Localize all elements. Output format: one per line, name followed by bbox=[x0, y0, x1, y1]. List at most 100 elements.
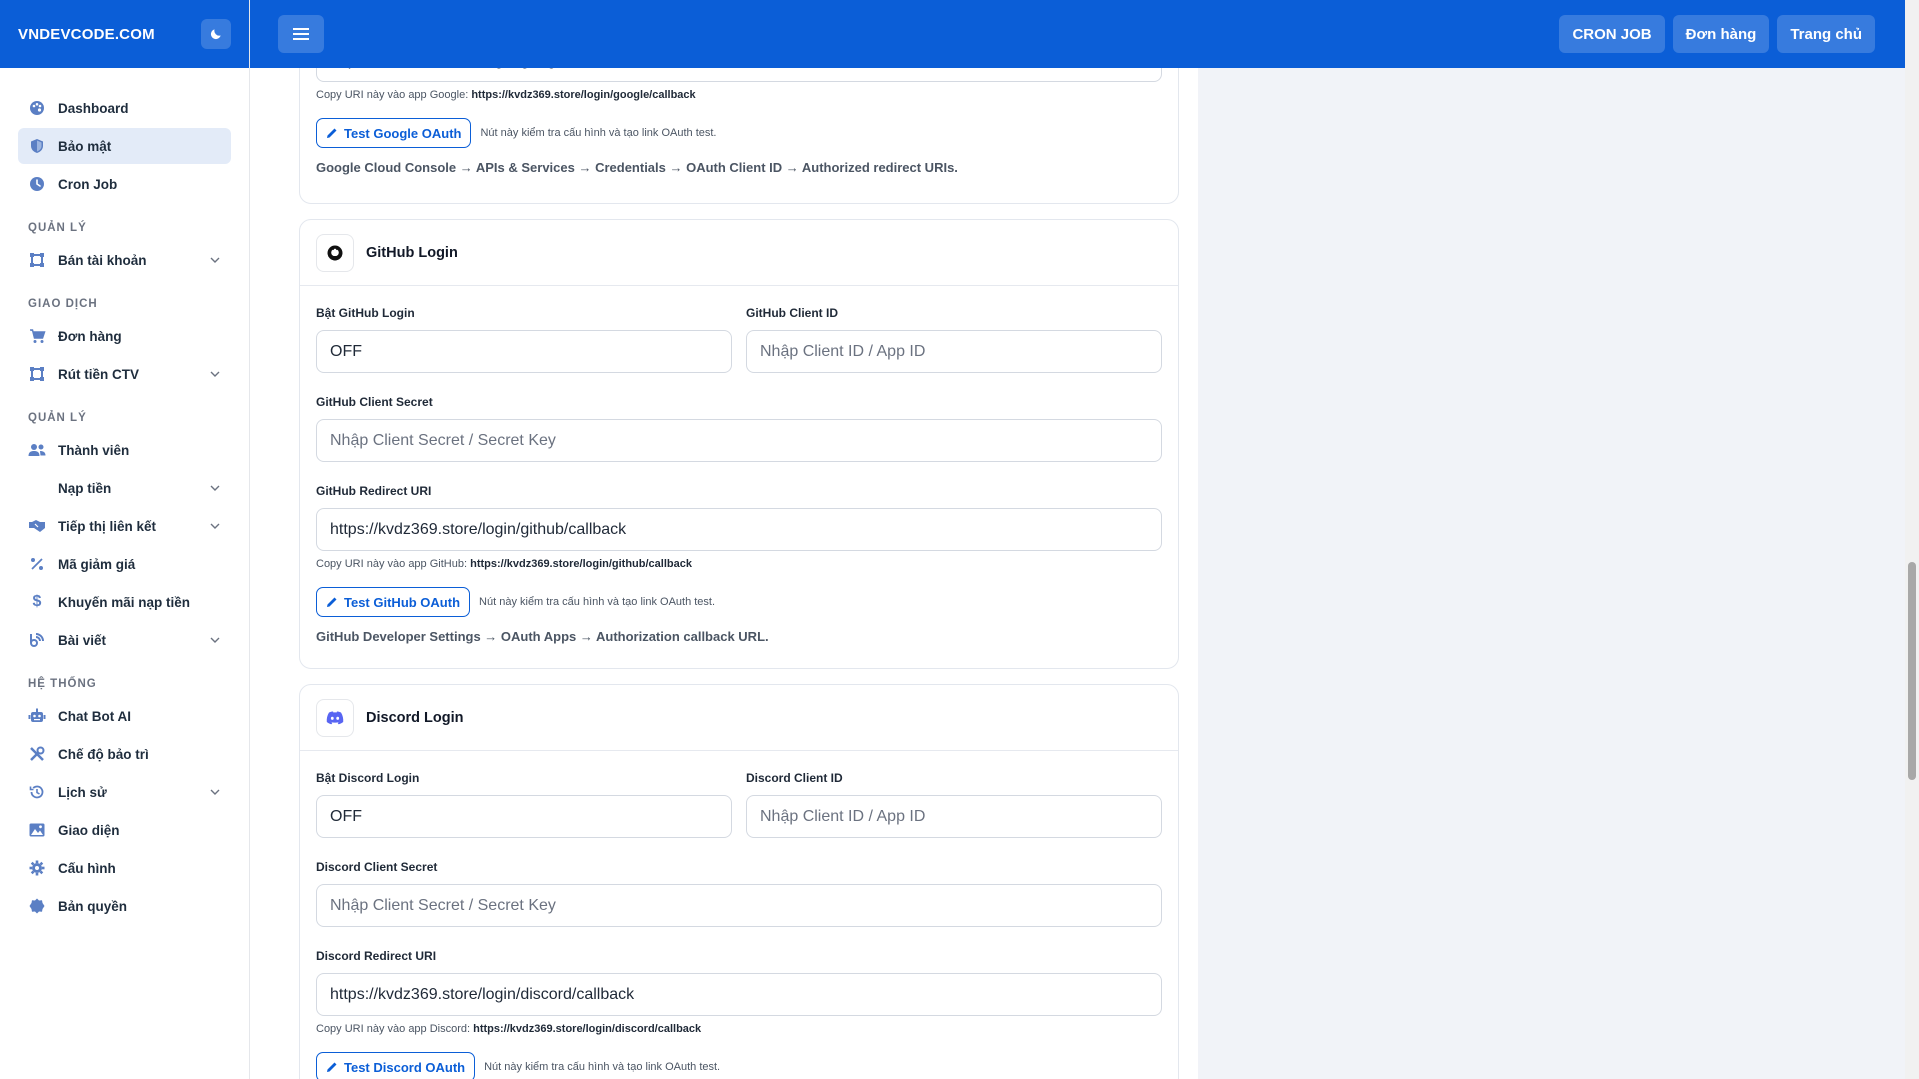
github-client-id-input[interactable]: Nhập Client ID / App ID bbox=[746, 330, 1162, 373]
image-icon bbox=[28, 821, 46, 839]
discord-enable-select[interactable]: OFF bbox=[316, 795, 732, 838]
main-content: https://kvdz369.store/login/google/callb… bbox=[250, 68, 1198, 1079]
discord-redirect-label: Discord Redirect URI bbox=[316, 949, 437, 963]
chevron-down-icon bbox=[209, 254, 221, 266]
tools-icon bbox=[28, 745, 46, 763]
crop-icon bbox=[28, 365, 46, 383]
sidebar-nav: Dashboard Bảo mật Cron Job QUẢN LÝ Bán t… bbox=[0, 68, 249, 924]
github-redirect-label: GitHub Redirect URI bbox=[316, 484, 432, 498]
blog-icon bbox=[28, 631, 46, 649]
brand-bar: VNDEVCODE.COM bbox=[0, 0, 249, 68]
test-discord-oauth-button[interactable]: Test Discord OAuth bbox=[316, 1052, 476, 1079]
moon-icon bbox=[210, 29, 221, 40]
cart-icon bbox=[28, 327, 46, 345]
sidebar-item-label: Chat Bot AI bbox=[58, 708, 131, 724]
sidebar-item-bao-tri[interactable]: Chế độ bảo trì bbox=[18, 736, 231, 772]
sidebar-item-label: Dashboard bbox=[58, 100, 129, 116]
sidebar-item-ma-giam-gia[interactable]: Mã giảm giá bbox=[18, 546, 231, 582]
sidebar-item-don-hang[interactable]: Đơn hàng bbox=[18, 318, 231, 354]
discord-card-header: Discord Login bbox=[300, 685, 1178, 751]
discord-redirect-uri-input[interactable]: https://kvdz369.store/login/discord/call… bbox=[316, 973, 1162, 1016]
github-enable-select[interactable]: OFF bbox=[316, 330, 732, 373]
sidebar-item-label: Đơn hàng bbox=[58, 328, 122, 344]
sidebar-item-label: Rút tiền CTV bbox=[58, 366, 139, 382]
sidebar-item-nap-tien[interactable]: Nạp tiền bbox=[18, 470, 231, 506]
sidebar-item-lich-su[interactable]: Lịch sử bbox=[18, 774, 231, 810]
sidebar-item-label: Cron Job bbox=[58, 176, 118, 192]
shield-icon bbox=[28, 137, 46, 155]
sidebar-item-dashboard[interactable]: Dashboard bbox=[18, 90, 231, 126]
github-card-header: GitHub Login bbox=[300, 220, 1178, 286]
sidebar-section-transactions: GIAO DỊCH bbox=[28, 298, 98, 310]
sidebar-item-tiep-thi[interactable]: Tiếp thị liên kết bbox=[18, 508, 231, 544]
github-client-id-label: GitHub Client ID bbox=[746, 306, 838, 320]
pencil-icon bbox=[326, 1061, 338, 1073]
sidebar-item-label: Nạp tiền bbox=[58, 480, 112, 496]
sidebar-item-label: Cấu hình bbox=[58, 860, 116, 876]
sidebar-item-cau-hinh[interactable]: Cấu hình bbox=[18, 850, 231, 886]
google-redirect-hint-url: https://kvdz369.store/login/google/callb… bbox=[471, 89, 696, 101]
sidebar-item-giao-dien[interactable]: Giao diện bbox=[18, 812, 231, 848]
clock-icon bbox=[28, 175, 46, 193]
github-login-card: GitHub Login Bật GitHub Login OFF GitHub… bbox=[299, 219, 1179, 669]
percent-icon bbox=[28, 555, 46, 573]
wallet-icon bbox=[28, 479, 46, 497]
sidebar-item-label: Khuyến mãi nạp tiền bbox=[58, 594, 191, 610]
cron-job-button[interactable]: CRON JOB bbox=[1559, 15, 1665, 53]
github-redirect-uri-input[interactable]: https://kvdz369.store/login/github/callb… bbox=[316, 508, 1162, 551]
brand-logo-text[interactable]: VNDEVCODE.COM bbox=[18, 26, 155, 43]
pencil-icon bbox=[326, 127, 338, 139]
test-github-oauth-button[interactable]: Test GitHub OAuth bbox=[316, 587, 471, 617]
sidebar-item-rut-tien-ctv[interactable]: Rút tiền CTV bbox=[18, 356, 231, 392]
sidebar-item-khuyen-mai[interactable]: $ Khuyến mãi nạp tiền bbox=[18, 584, 231, 620]
badge-icon bbox=[28, 897, 46, 915]
sidebar-item-thanh-vien[interactable]: Thành viên bbox=[18, 432, 231, 468]
sidebar-section-manage-2: QUẢN LÝ bbox=[28, 412, 87, 424]
discord-card-title: Discord Login bbox=[366, 709, 464, 726]
page-scrollbar[interactable] bbox=[1905, 0, 1919, 1079]
home-button[interactable]: Trang chủ bbox=[1777, 15, 1875, 53]
sidebar-item-bai-viet[interactable]: Bài viết bbox=[18, 622, 231, 658]
robot-icon bbox=[28, 707, 46, 725]
sidebar-item-label: Chế độ bảo trì bbox=[58, 746, 149, 762]
sidebar-section-system: HỆ THỐNG bbox=[28, 678, 97, 690]
google-redirect-uri-input[interactable]: https://kvdz369.store/login/google/callb… bbox=[316, 68, 1162, 82]
discord-redirect-hint-url: https://kvdz369.store/login/discord/call… bbox=[473, 1023, 702, 1035]
sidebar-item-label: Bài viết bbox=[58, 632, 107, 648]
discord-redirect-hint: Copy URI này vào app Discord: https://kv… bbox=[316, 1023, 702, 1035]
topbar: CRON JOB Đơn hàng Trang chủ bbox=[250, 0, 1905, 68]
discord-client-id-label: Discord Client ID bbox=[746, 771, 843, 785]
hamburger-icon bbox=[293, 28, 309, 40]
sidebar-item-label: Bán tài khoản bbox=[58, 252, 147, 268]
chevron-down-icon bbox=[209, 786, 221, 798]
scrollbar-thumb[interactable] bbox=[1908, 562, 1916, 780]
sidebar-section-manage: QUẢN LÝ bbox=[28, 222, 87, 234]
sidebar-item-chat-bot[interactable]: Chat Bot AI bbox=[18, 698, 231, 734]
github-enable-label: Bật GitHub Login bbox=[316, 306, 415, 320]
github-card-title: GitHub Login bbox=[366, 244, 458, 261]
sidebar-item-cron-job[interactable]: Cron Job bbox=[18, 166, 231, 202]
menu-toggle-button[interactable] bbox=[278, 15, 324, 53]
sidebar-item-ban-quyen[interactable]: Bản quyền bbox=[18, 888, 231, 924]
github-test-note: Nút này kiểm tra cấu hình và tạo link OA… bbox=[479, 596, 716, 608]
github-secret-input[interactable]: Nhập Client Secret / Secret Key bbox=[316, 419, 1162, 462]
test-google-oauth-button[interactable]: Test Google OAuth bbox=[316, 118, 472, 148]
discord-secret-input[interactable]: Nhập Client Secret / Secret Key bbox=[316, 884, 1162, 927]
sidebar-item-label: Bảo mật bbox=[58, 138, 112, 154]
sidebar: VNDEVCODE.COM Dashboard Bảo mật Cron Job… bbox=[0, 0, 250, 1079]
gear-icon bbox=[28, 859, 46, 877]
sidebar-item-label: Lịch sử bbox=[58, 784, 107, 800]
discord-secret-label: Discord Client Secret bbox=[316, 860, 438, 874]
sidebar-item-ban-tai-khoan[interactable]: Bán tài khoản bbox=[18, 242, 231, 278]
discord-client-id-input[interactable]: Nhập Client ID / App ID bbox=[746, 795, 1162, 838]
topbar-actions: CRON JOB Đơn hàng Trang chủ bbox=[1559, 15, 1875, 53]
sidebar-item-security[interactable]: Bảo mật bbox=[18, 128, 231, 164]
discord-login-card: Discord Login Bật Discord Login OFF Disc… bbox=[299, 684, 1179, 1079]
orders-button[interactable]: Đơn hàng bbox=[1672, 15, 1770, 53]
discord-icon bbox=[316, 698, 354, 737]
chevron-down-icon bbox=[209, 368, 221, 380]
chevron-down-icon bbox=[209, 482, 221, 494]
theme-toggle-button[interactable] bbox=[201, 19, 231, 49]
github-redirect-hint: Copy URI này vào app GitHub: https://kvd… bbox=[316, 558, 692, 570]
sidebar-item-label: Bản quyền bbox=[58, 898, 128, 914]
